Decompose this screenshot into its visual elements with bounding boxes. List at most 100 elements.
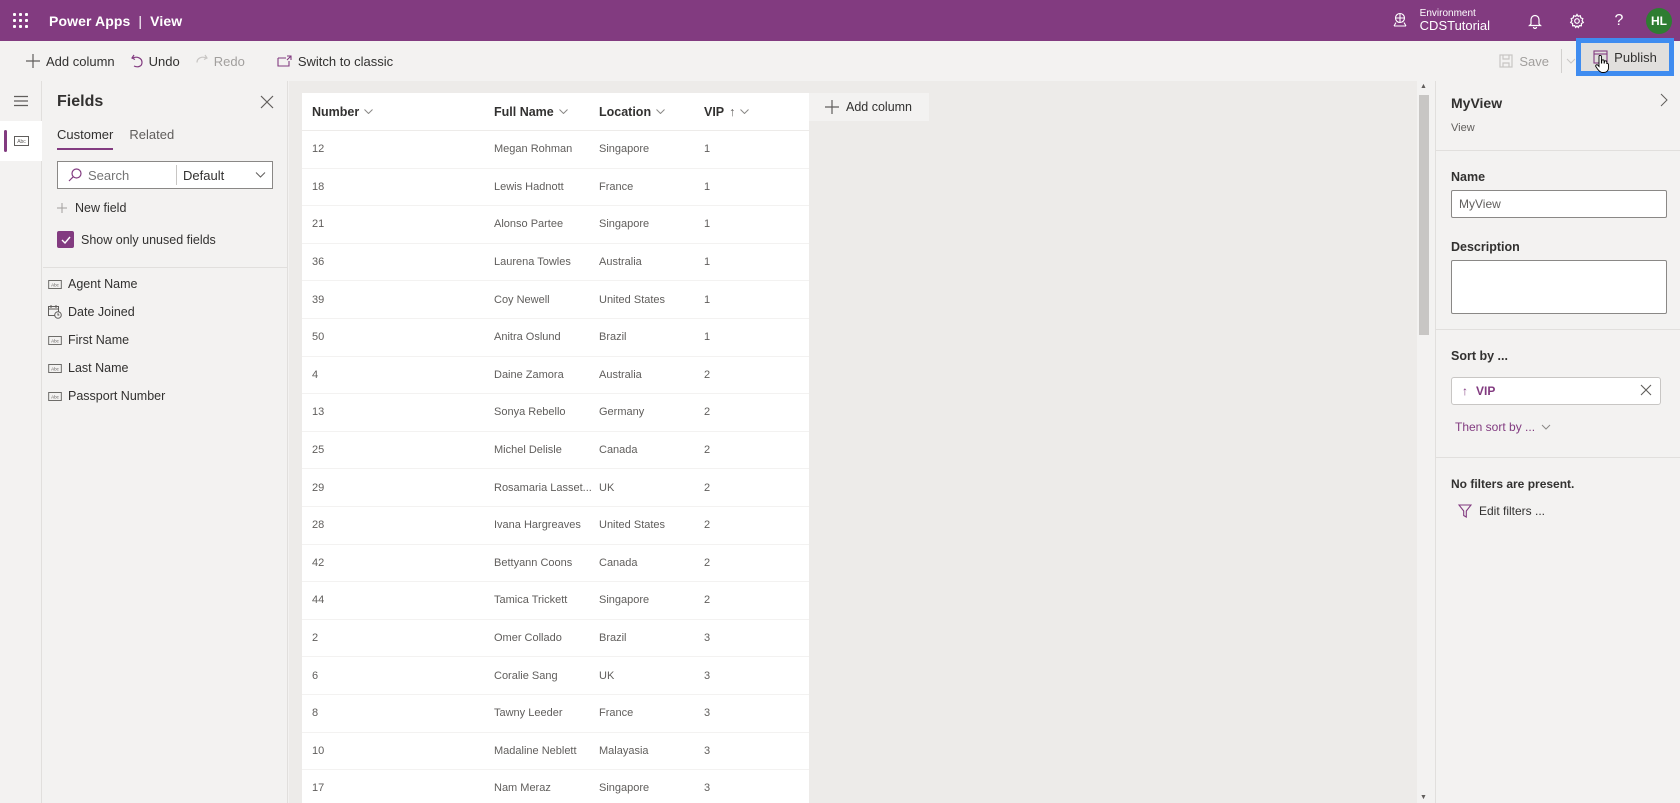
- cell-location: Singapore: [599, 594, 650, 607]
- column-label: Number: [312, 104, 360, 119]
- field-filter-dropdown[interactable]: Default: [183, 168, 272, 183]
- edit-filters-label: Edit filters ...: [1479, 504, 1546, 518]
- cell-full-name: Anitra Oslund: [494, 331, 561, 344]
- cell-number: 12: [312, 143, 325, 156]
- redo-button[interactable]: Redo: [188, 41, 253, 81]
- add-column-button[interactable]: Add column: [18, 41, 123, 81]
- field-item-label: Agent Name: [68, 277, 138, 291]
- vertical-scrollbar[interactable]: ▲ ▼: [1417, 81, 1431, 803]
- field-item[interactable]: Abc Passport Number: [48, 382, 283, 410]
- tab-related[interactable]: Related: [129, 127, 174, 150]
- switch-to-classic-label: Switch to classic: [297, 53, 394, 69]
- scroll-down-icon[interactable]: ▼: [1420, 794, 1427, 801]
- then-sort-label: Then sort by ...: [1455, 420, 1536, 434]
- name-field[interactable]: [1451, 190, 1667, 218]
- table-row[interactable]: 17 Nam Meraz Singapore 3: [302, 770, 809, 803]
- table-row[interactable]: 8 Tawny Leeder France 3: [302, 695, 809, 733]
- scroll-up-icon[interactable]: ▲: [1420, 83, 1427, 90]
- publish-highlight: Publish: [1576, 38, 1674, 76]
- chevron-right-icon[interactable]: [1660, 93, 1668, 107]
- avatar[interactable]: HL: [1646, 7, 1672, 34]
- settings-gear-icon[interactable]: [1556, 0, 1598, 41]
- cell-full-name: Rosamaria Lasset...: [494, 481, 592, 494]
- table-row[interactable]: 4 Daine Zamora Australia 2: [302, 357, 809, 395]
- table-row[interactable]: 36 Laurena Towles Australia 1: [302, 244, 809, 282]
- description-field[interactable]: [1451, 260, 1667, 314]
- notification-bell-icon[interactable]: [1514, 0, 1556, 41]
- grid-body: 12 Megan Rohman Singapore 1 18 Lewis Hadnott F…: [302, 131, 809, 803]
- save-icon: [1499, 54, 1513, 68]
- save-button[interactable]: Save: [1491, 41, 1557, 81]
- column-header-vip[interactable]: VIP ↑: [704, 105, 809, 119]
- table-row[interactable]: 44 Tamica Trickett Singapore 2: [302, 582, 809, 620]
- field-item[interactable]: Abc Agent Name: [48, 270, 283, 298]
- table-row[interactable]: 42 Bettyann Coons Canada 2: [302, 545, 809, 583]
- table-row[interactable]: 18 Lewis Hadnott France 1: [302, 169, 809, 207]
- edit-filters-button[interactable]: Edit filters ...: [1458, 504, 1545, 518]
- scrollbar-thumb[interactable]: [1419, 95, 1429, 335]
- collapse-menu-button[interactable]: [0, 81, 42, 121]
- app-name[interactable]: Power Apps: [49, 13, 130, 29]
- left-rail: Abc: [0, 81, 42, 803]
- cell-number: 29: [312, 481, 325, 494]
- chevron-down-icon: [558, 109, 568, 114]
- cell-location: United States: [599, 293, 666, 306]
- tab-customer[interactable]: Customer: [57, 127, 114, 150]
- divider: [1436, 457, 1680, 458]
- filter-icon: [1458, 504, 1472, 518]
- table-row[interactable]: 29 Rosamaria Lasset... UK 2: [302, 469, 809, 507]
- column-label: VIP: [704, 104, 725, 119]
- open-external-icon: [277, 55, 292, 67]
- table-row[interactable]: 21 Alonso Partee Singapore 1: [302, 206, 809, 244]
- cell-number: 36: [312, 256, 325, 269]
- field-item[interactable]: Date Joined: [48, 298, 283, 326]
- environment-picker[interactable]: Environment CDSTutorial: [1392, 8, 1490, 33]
- column-header-full-name[interactable]: Full Name: [494, 105, 599, 119]
- table-row[interactable]: 12 Megan Rohman Singapore 1: [302, 131, 809, 169]
- text-field-icon: Abc: [48, 363, 62, 373]
- add-column-label: Add column: [46, 53, 115, 69]
- name-label: Name: [1451, 170, 1486, 184]
- remove-sort-icon[interactable]: [1640, 384, 1652, 396]
- field-item-label: First Name: [68, 333, 130, 347]
- cell-vip: 1: [704, 218, 711, 231]
- help-icon[interactable]: ?: [1598, 0, 1640, 41]
- checkbox[interactable]: [57, 231, 74, 248]
- grid-add-column-button[interactable]: Add column: [809, 93, 929, 121]
- waffle-icon[interactable]: [0, 0, 41, 41]
- cell-vip: 1: [704, 143, 711, 156]
- search-input[interactable]: [88, 167, 176, 183]
- chevron-down-icon[interactable]: [1566, 58, 1576, 64]
- then-sort-by-dropdown[interactable]: Then sort by ...: [1455, 420, 1551, 434]
- field-item[interactable]: Abc First Name: [48, 326, 283, 354]
- rail-fields-button[interactable]: Abc: [0, 121, 42, 161]
- text-field-icon: Abc: [13, 136, 29, 146]
- svg-text:Abc: Abc: [51, 366, 60, 371]
- publish-label: Publish: [1614, 49, 1657, 65]
- new-field-button[interactable]: New field: [57, 201, 126, 215]
- sort-field: VIP: [1476, 384, 1496, 398]
- close-icon[interactable]: [259, 94, 275, 110]
- sort-ascending-icon[interactable]: ↑: [1462, 384, 1468, 398]
- table-row[interactable]: 50 Anitra Oslund Brazil 1: [302, 319, 809, 357]
- table-row[interactable]: 10 Madaline Neblett Malayasia 3: [302, 733, 809, 771]
- field-filter-value: Default: [183, 167, 225, 183]
- table-row[interactable]: 6 Coralie Sang UK 3: [302, 657, 809, 695]
- environment-name: CDSTutorial: [1419, 17, 1490, 33]
- switch-to-classic-button[interactable]: Switch to classic: [269, 41, 401, 81]
- table-row[interactable]: 2 Omer Collado Brazil 3: [302, 620, 809, 658]
- column-header-location[interactable]: Location: [599, 105, 704, 119]
- table-row[interactable]: 13 Sonya Rebello Germany 2: [302, 394, 809, 432]
- cell-vip: 3: [704, 744, 711, 757]
- field-item-label: Passport Number: [68, 389, 166, 403]
- table-row[interactable]: 25 Michel Delisle Canada 2: [302, 432, 809, 470]
- table-row[interactable]: 28 Ivana Hargreaves United States 2: [302, 507, 809, 545]
- column-header-number[interactable]: Number: [302, 105, 494, 119]
- cell-number: 17: [312, 782, 325, 795]
- table-row[interactable]: 39 Coy Newell United States 1: [302, 281, 809, 319]
- undo-button[interactable]: Undo: [123, 41, 188, 81]
- fields-panel: Fields Customer Related Default New fiel…: [43, 81, 288, 803]
- sort-by-pill[interactable]: ↑ VIP: [1451, 377, 1661, 405]
- show-unused-checkbox[interactable]: Show only unused fields: [57, 231, 216, 248]
- field-item[interactable]: Abc Last Name: [48, 354, 283, 382]
